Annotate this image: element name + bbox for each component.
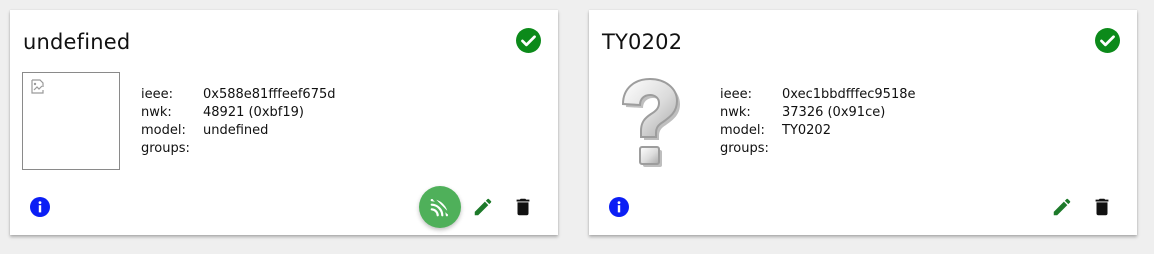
- nwk-label: nwk:: [141, 105, 172, 120]
- question-mark-icon: [611, 76, 691, 175]
- device-title: undefined: [23, 30, 131, 54]
- check-circle-icon: [1095, 28, 1120, 53]
- info-icon[interactable]: [609, 197, 629, 217]
- permit-join-icon[interactable]: [419, 186, 461, 228]
- ieee-value: 0x588e81fffeef675d: [203, 87, 336, 102]
- delete-icon[interactable]: [1091, 196, 1113, 218]
- check-circle-icon: [516, 28, 541, 53]
- delete-icon[interactable]: [512, 196, 534, 218]
- groups-label: groups:: [720, 141, 769, 156]
- device-card: undefined ieee: 0x588e81fffeef675d nwk: 48…: [10, 10, 558, 235]
- device-info: ieee: 0xec1bbdfffec9518e nwk: 37326 (0x91c…: [720, 86, 916, 158]
- device-title: TY0202: [602, 30, 683, 54]
- edit-icon[interactable]: [1051, 196, 1073, 218]
- nwk-value: 37326 (0x91ce): [782, 105, 886, 120]
- ieee-label: ieee:: [720, 87, 752, 102]
- info-icon[interactable]: [30, 197, 50, 217]
- nwk-label: nwk:: [720, 105, 751, 120]
- model-label: model:: [720, 123, 765, 138]
- device-info: ieee: 0x588e81fffeef675d nwk: 48921 (0xbf1…: [141, 86, 336, 158]
- groups-label: groups:: [141, 141, 190, 156]
- broken-image-icon: [30, 79, 46, 99]
- ieee-value: 0xec1bbdfffec9518e: [782, 87, 916, 102]
- model-value: undefined: [203, 123, 269, 138]
- model-label: model:: [141, 123, 186, 138]
- device-card: TY0202 ieee: 0xec1bbdfffec9518e nwk: 37326…: [589, 10, 1137, 235]
- device-image: [22, 72, 120, 170]
- nwk-value: 48921 (0xbf19): [203, 105, 304, 120]
- edit-icon[interactable]: [472, 196, 494, 218]
- ieee-label: ieee:: [141, 87, 173, 102]
- model-value: TY0202: [782, 123, 831, 138]
